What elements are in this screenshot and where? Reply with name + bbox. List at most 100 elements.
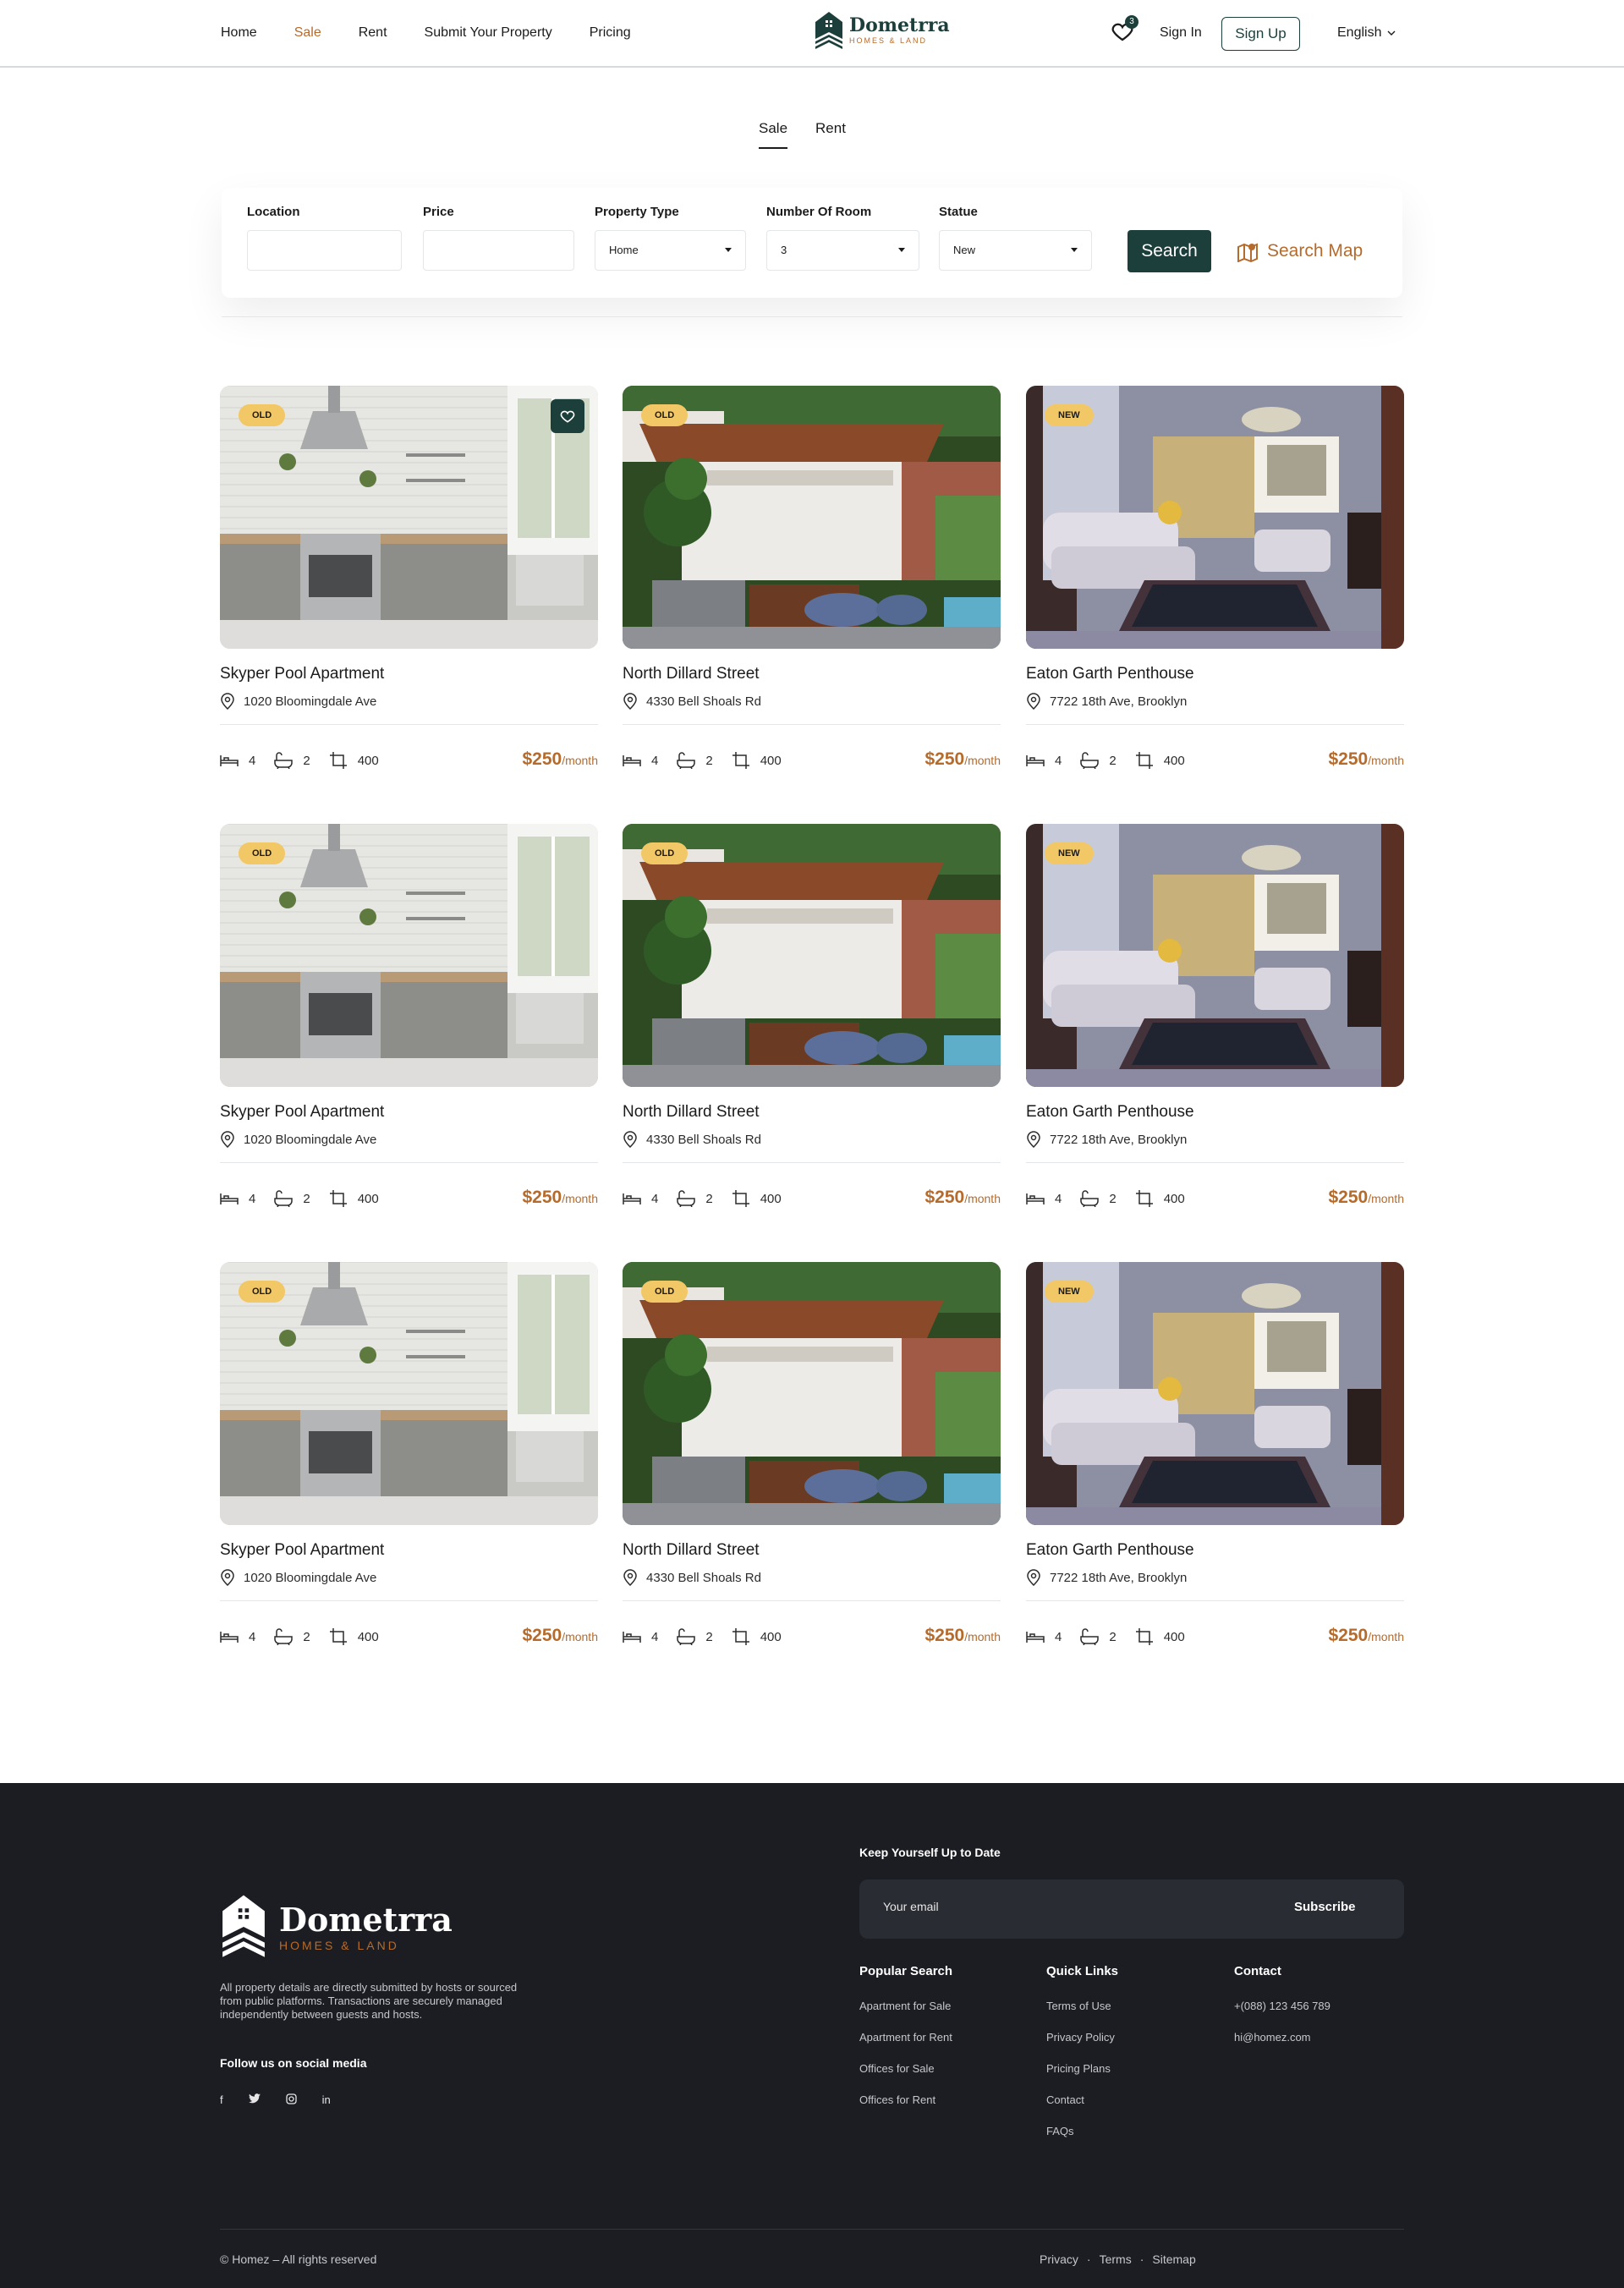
property-image[interactable]: OLD <box>623 386 1001 649</box>
property-title[interactable]: North Dillard Street <box>623 1103 760 1122</box>
property-title[interactable]: Eaton Garth Penthouse <box>1026 665 1194 683</box>
property-image[interactable]: NEW <box>1026 1262 1404 1525</box>
contact-email[interactable]: hi@homez.com <box>1234 2031 1330 2044</box>
property-price: $250/month <box>1328 1188 1404 1208</box>
property-card[interactable]: NEW Eaton Garth Penthouse 7722 18th Ave, B… <box>1026 1262 1404 1651</box>
footer-link[interactable]: Pricing Plans <box>1046 2062 1118 2075</box>
price-amount: $250 <box>1328 749 1369 769</box>
site-footer: Dometrra HOMES & LAND All property detai… <box>0 1783 1624 2288</box>
search-button[interactable]: Search <box>1127 230 1211 272</box>
property-title[interactable]: Skyper Pool Apartment <box>220 1541 384 1560</box>
location-input[interactable] <box>247 230 402 271</box>
tab-sale[interactable]: Sale <box>759 120 788 149</box>
property-title[interactable]: Skyper Pool Apartment <box>220 665 384 683</box>
twitter-icon[interactable] <box>248 2093 261 2107</box>
property-image[interactable]: OLD <box>623 1262 1001 1525</box>
instagram-icon[interactable] <box>285 2093 297 2107</box>
footer-link[interactable]: Apartment for Sale <box>859 2000 952 2012</box>
subscribe-button[interactable]: Subscribe <box>1294 1900 1356 1914</box>
property-card[interactable]: OLD Skyper Pool Apartment 1020 Bloomingdal… <box>220 1262 598 1651</box>
location-pin-icon <box>623 693 637 710</box>
address-text: 4330 Bell Shoals Rd <box>646 694 761 709</box>
main-nav: Home Sale Rent Submit Your Property Pric… <box>221 25 668 41</box>
sign-up-button[interactable]: Sign Up <box>1221 17 1300 51</box>
footer-column-quick-links: Quick Links Terms of Use Privacy Policy … <box>1046 1964 1118 2156</box>
separator-dot: · <box>1086 2252 1091 2266</box>
property-image[interactable]: OLD <box>220 824 598 1087</box>
property-image[interactable]: NEW <box>1026 824 1404 1087</box>
terms-link[interactable]: Terms <box>1100 2252 1132 2266</box>
rooms-value: 3 <box>781 244 787 256</box>
property-address: 7722 18th Ave, Brooklyn <box>1026 1131 1187 1148</box>
property-image[interactable]: OLD <box>220 1262 598 1525</box>
property-card[interactable]: OLD North Dillard Street 4330 Bell Shoals … <box>623 1262 1001 1651</box>
property-features: 4 2 400 <box>220 751 398 770</box>
property-title[interactable]: Skyper Pool Apartment <box>220 1103 384 1122</box>
contact-phone[interactable]: +(088) 123 456 789 <box>1234 2000 1330 2012</box>
bed-icon <box>220 1193 239 1204</box>
rooms-select[interactable]: 3 <box>766 230 919 271</box>
email-input[interactable]: Your email <box>883 1900 1221 1913</box>
property-card[interactable]: OLD Skyper Pool Apartment 1020 Bloomingdal… <box>220 824 598 1213</box>
footer-link[interactable]: FAQs <box>1046 2125 1118 2137</box>
footer-link[interactable]: Offices for Sale <box>859 2062 952 2075</box>
property-card[interactable]: NEW Eaton Garth Penthouse 7722 18th Ave, B… <box>1026 824 1404 1213</box>
footer-link[interactable]: Terms of Use <box>1046 2000 1118 2012</box>
statue-label: Statue <box>939 205 978 219</box>
header-logo[interactable]: Dometrra HOMES & LAND <box>814 10 950 51</box>
property-image[interactable]: OLD <box>623 824 1001 1087</box>
language-selector[interactable]: English <box>1337 25 1396 41</box>
footer-link[interactable]: Contact <box>1046 2093 1118 2106</box>
property-image[interactable]: OLD <box>220 386 598 649</box>
footer-logo[interactable]: Dometrra HOMES & LAND <box>220 1892 453 1962</box>
footer-link[interactable]: Offices for Rent <box>859 2093 952 2106</box>
nav-pricing[interactable]: Pricing <box>590 25 631 41</box>
nav-sale[interactable]: Sale <box>294 25 321 41</box>
privacy-link[interactable]: Privacy <box>1040 2252 1078 2266</box>
footer-link[interactable]: Apartment for Rent <box>859 2031 952 2044</box>
tab-rent[interactable]: Rent <box>815 120 846 149</box>
property-image[interactable]: NEW <box>1026 386 1404 649</box>
area-icon <box>1135 752 1153 769</box>
property-features: 4 2 400 <box>220 1189 398 1208</box>
property-card[interactable]: OLD Skyper Pool Apartment 1020 Bloomingdal… <box>220 386 598 775</box>
property-title[interactable]: Eaton Garth Penthouse <box>1026 1103 1194 1122</box>
bed-icon <box>1026 755 1045 766</box>
bathrooms-count: 2 <box>705 1629 713 1644</box>
price-input[interactable] <box>423 230 574 271</box>
property-title[interactable]: North Dillard Street <box>623 665 760 683</box>
nav-rent[interactable]: Rent <box>359 25 387 41</box>
nav-submit-property[interactable]: Submit Your Property <box>425 25 552 41</box>
facebook-icon[interactable]: f <box>220 2093 223 2107</box>
bathrooms-count: 2 <box>1109 1191 1116 1206</box>
bedrooms: 4 <box>1026 753 1062 768</box>
favorite-button[interactable] <box>551 399 584 433</box>
property-title[interactable]: Eaton Garth Penthouse <box>1026 1541 1194 1560</box>
search-panel: Location Price Property Type Home Number… <box>222 188 1402 298</box>
location-pin-icon <box>623 1569 637 1586</box>
nav-home[interactable]: Home <box>221 25 257 41</box>
property-card[interactable]: OLD North Dillard Street 4330 Bell Shoals … <box>623 824 1001 1213</box>
linkedin-icon[interactable]: in <box>322 2093 331 2107</box>
footer-link[interactable]: Privacy Policy <box>1046 2031 1118 2044</box>
bathrooms-count: 2 <box>303 753 310 768</box>
statue-select[interactable]: New <box>939 230 1092 271</box>
sign-in-link[interactable]: Sign In <box>1160 25 1202 41</box>
sitemap-link[interactable]: Sitemap <box>1152 2252 1195 2266</box>
favorites-button[interactable]: 3 <box>1110 15 1138 44</box>
price-period: /month <box>964 1630 1001 1643</box>
area: 400 <box>329 1189 379 1208</box>
location-pin-icon <box>1027 1569 1040 1586</box>
property-card[interactable]: OLD North Dillard Street 4330 Bell Shoals … <box>623 386 1001 775</box>
property-price: $250/month <box>924 1626 1001 1646</box>
price-amount: $250 <box>522 1188 562 1207</box>
footer-bottom-links: Privacy · Terms · Sitemap <box>1040 2252 1196 2266</box>
property-card[interactable]: NEW Eaton Garth Penthouse 7722 18th Ave, B… <box>1026 386 1404 775</box>
property-price: $250/month <box>1328 749 1404 770</box>
property-title[interactable]: North Dillard Street <box>623 1541 760 1560</box>
search-map-button[interactable]: Search Map <box>1237 240 1363 262</box>
property-type-select[interactable]: Home <box>595 230 746 271</box>
property-address: 7722 18th Ave, Brooklyn <box>1026 693 1187 710</box>
price-amount: $250 <box>522 749 562 769</box>
condition-badge: OLD <box>641 1281 689 1303</box>
